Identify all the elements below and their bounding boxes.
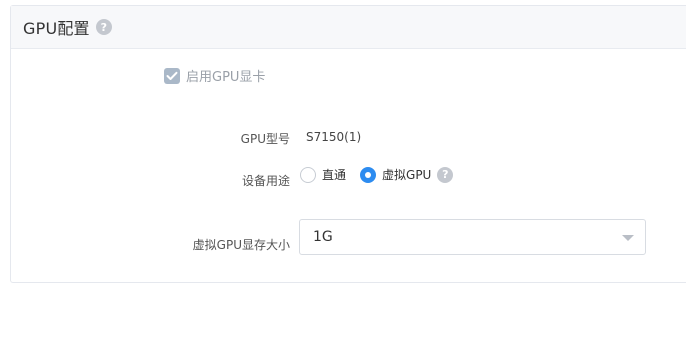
radio-circle-selected <box>360 166 377 183</box>
select-value: 1G <box>313 229 333 245</box>
vgpu-memory-label: 虚拟GPU显存大小 <box>192 238 290 252</box>
check-icon <box>164 67 180 84</box>
device-usage-label: 设备用途 <box>241 174 290 188</box>
radio-label: 虚拟GPU <box>382 168 432 182</box>
radio-label: 直通 <box>322 168 347 182</box>
device-usage-radio-group: 直通 虚拟GPU ? <box>300 166 467 183</box>
enable-gpu-label: 启用GPU显卡 <box>186 70 266 85</box>
help-icon[interactable]: ? <box>95 19 112 35</box>
panel-title: GPU配置 <box>23 19 90 38</box>
radio-circle <box>300 166 316 183</box>
vgpu-memory-select[interactable]: 1G <box>299 219 646 255</box>
radio-virtual-gpu[interactable]: 虚拟GPU ? <box>360 166 454 183</box>
gpu-model-value: S7150(1) <box>306 130 362 144</box>
radio-passthrough[interactable]: 直通 <box>300 166 346 183</box>
help-icon[interactable]: ? <box>437 166 454 183</box>
panel-header: GPU配置 ? <box>11 6 686 49</box>
gpu-model-label: GPU型号 <box>240 132 290 146</box>
chevron-down-icon <box>622 235 634 241</box>
enable-gpu-checkbox[interactable]: 启用GPU显卡 <box>164 66 265 85</box>
